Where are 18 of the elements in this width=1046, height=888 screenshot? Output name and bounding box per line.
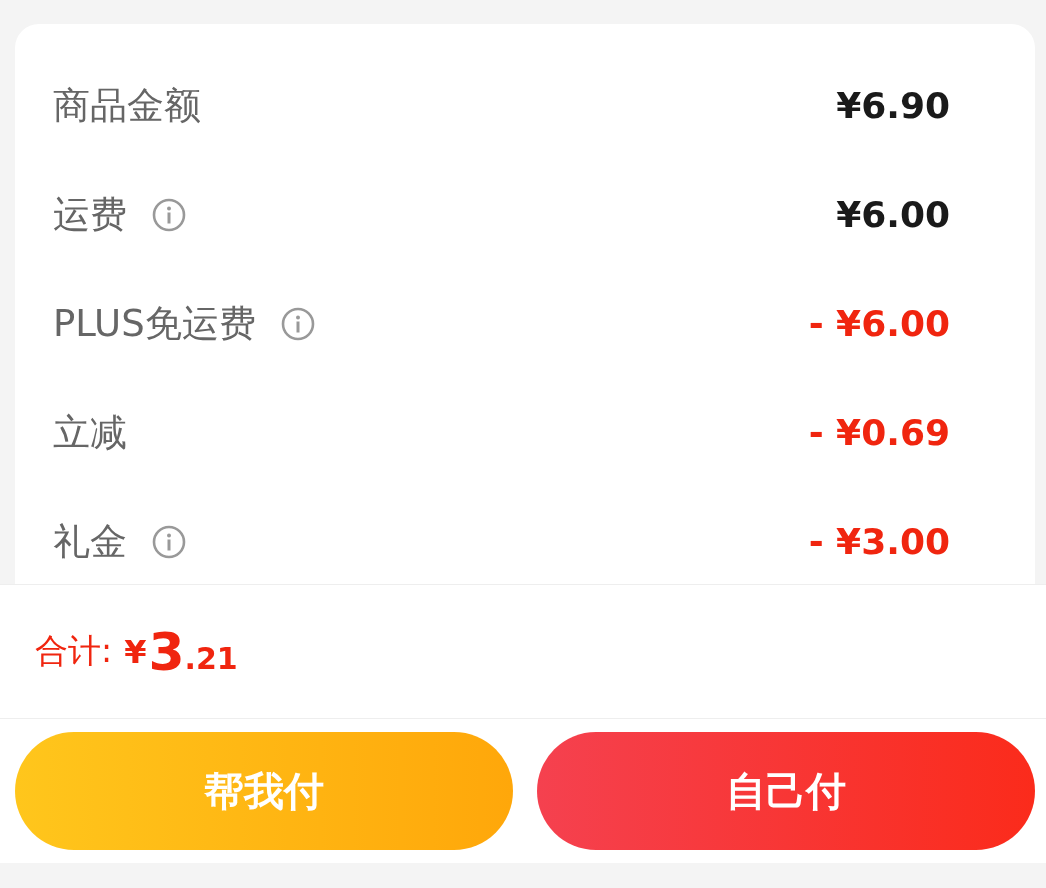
total-decimal: .21	[184, 641, 238, 676]
fee-amount: - ¥0.69	[808, 412, 950, 453]
info-icon[interactable]	[152, 197, 186, 232]
fee-amount: ¥6.00	[836, 194, 950, 235]
fee-amount: - ¥6.00	[808, 303, 950, 344]
info-icon[interactable]	[280, 306, 315, 341]
fee-label: PLUS免运费	[53, 300, 256, 347]
fee-label: 运费	[53, 191, 127, 238]
fee-amount: ¥6.90	[836, 85, 950, 126]
info-icon[interactable]	[152, 524, 186, 559]
fee-label: 商品金额	[53, 82, 201, 129]
total-integer: 3	[148, 621, 185, 682]
total-label: 合计:	[35, 630, 113, 672]
fee-label: 立减	[53, 409, 127, 456]
fee-amount: - ¥3.00	[808, 521, 950, 562]
currency-symbol: ¥	[124, 632, 147, 671]
pay-button[interactable]: 自己付	[537, 732, 1035, 850]
fee-label: 礼金	[53, 518, 127, 565]
